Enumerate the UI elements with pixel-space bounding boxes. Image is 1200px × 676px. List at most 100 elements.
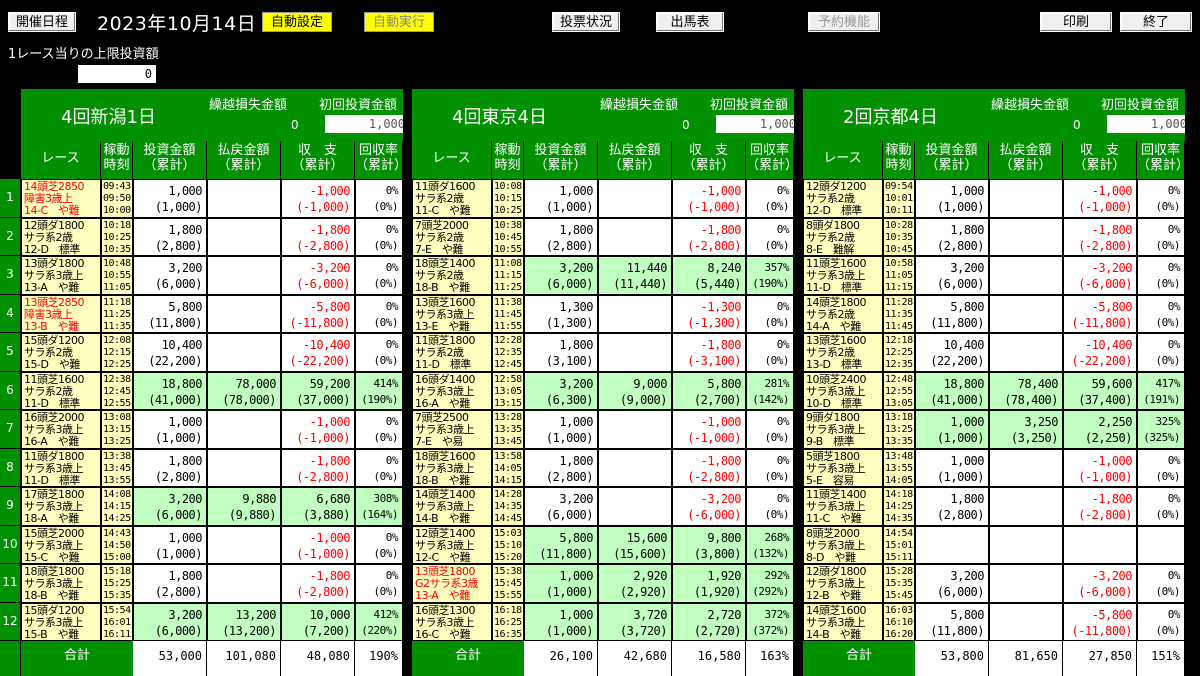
race-info[interactable]: 15頭ダ1200 サラ系2歳 15-D や難 bbox=[21, 333, 101, 372]
recovery-rate: 0% (0%) bbox=[355, 294, 403, 333]
race-info[interactable]: 10頭芝2400 サラ系3歳上 10-D 標準 bbox=[803, 371, 883, 410]
invest-amount: 1,000 (1,000) bbox=[133, 525, 207, 564]
recovery-rate: 0% (0%) bbox=[355, 256, 403, 295]
race-info[interactable]: 13頭芝1600 サラ系2歳 13-D 標準 bbox=[803, 333, 883, 372]
race-date: 2023年10月14日 bbox=[97, 13, 257, 35]
race-time: 13:28 13:35 13:45 bbox=[492, 410, 524, 449]
race-info[interactable]: 15頭ダ1200 サラ系3歳上 15-B や難 bbox=[21, 602, 101, 641]
race-time: 16:18 16:25 16:35 bbox=[492, 602, 524, 641]
recovery-rate: 292% (292%) bbox=[746, 564, 794, 603]
race-info[interactable]: 14頭芝1600 サラ系3歳上 14-B や難 bbox=[803, 602, 883, 641]
invest-amount: 1,000 (1,000) bbox=[524, 410, 598, 449]
row-number: 9 bbox=[0, 487, 20, 525]
recovery-rate: 0% (0%) bbox=[746, 217, 794, 256]
initial-invest-label: 初回投資金額 bbox=[1101, 98, 1180, 113]
invest-amount: 3,200 (6,000) bbox=[133, 602, 207, 641]
col-race-header: レース bbox=[412, 141, 492, 179]
balance-amount: 59,600 (37,400) bbox=[1063, 371, 1137, 410]
race-info[interactable]: 11頭芝1400 サラ系3歳上 11-C や難 bbox=[803, 487, 883, 526]
race-info[interactable]: 11頭芝1600 サラ系3歳上 11-D 標準 bbox=[803, 256, 883, 295]
invest-amount: 1,800 (2,800) bbox=[524, 448, 598, 487]
race-time: 15:28 15:35 15:45 bbox=[883, 564, 915, 603]
race-info[interactable]: 7頭芝2500 サラ系3歳上 7-E や易 bbox=[412, 410, 492, 449]
race-info[interactable]: 16頭ダ1400 サラ系3歳上 16-A や難 bbox=[412, 371, 492, 410]
race-info[interactable]: 12頭芝1400 サラ系3歳上 12-C や難 bbox=[412, 525, 492, 564]
race-info[interactable]: 12頭ダ1200 サラ系2歳 12-D 標準 bbox=[803, 179, 883, 218]
payout-amount bbox=[989, 487, 1063, 526]
race-info[interactable]: 12頭ダ1800 サラ系2歳 12-D 標準 bbox=[21, 217, 101, 256]
vote-status-button[interactable]: 投票状況 bbox=[552, 12, 620, 32]
race-info[interactable]: 11頭芝1600 サラ系2歳 11-D 標準 bbox=[21, 371, 101, 410]
auto-run-button[interactable]: 自動実行 bbox=[364, 12, 434, 32]
recovery-rate: 0% (0%) bbox=[1137, 217, 1185, 256]
race-time: 11:18 11:25 11:35 bbox=[101, 294, 133, 333]
payout-amount bbox=[207, 217, 281, 256]
recovery-rate bbox=[1137, 525, 1185, 564]
col-invest-header: 投資金額 （累計） bbox=[915, 141, 989, 179]
race-info[interactable]: 17頭芝1800 サラ系3歳上 18-A や難 bbox=[21, 487, 101, 526]
balance-amount bbox=[1063, 525, 1137, 564]
balance-amount: -1,000 (-1,000) bbox=[672, 410, 746, 449]
payout-amount bbox=[989, 602, 1063, 641]
carry-loss-value: 0 bbox=[1073, 118, 1081, 132]
race-card-button[interactable]: 出馬表 bbox=[656, 12, 724, 32]
col-payout-header: 払戻金額 （累計） bbox=[207, 141, 281, 179]
initial-invest-input[interactable] bbox=[716, 115, 794, 133]
race-info[interactable]: 18頭芝1600 サラ系3歳上 18-B や難 bbox=[412, 448, 492, 487]
balance-amount: 59,200 (37,000) bbox=[281, 371, 355, 410]
recovery-rate: 0% (0%) bbox=[746, 410, 794, 449]
auto-setting-button[interactable]: 自動設定 bbox=[262, 12, 332, 32]
recovery-rate: 0% (0%) bbox=[746, 179, 794, 218]
recovery-rate: 412% (220%) bbox=[355, 602, 403, 641]
race-info[interactable]: 13頭芝1600 サラ系3歳上 13-E や難 bbox=[412, 294, 492, 333]
race-info[interactable]: 13頭ダ1800 サラ系3歳上 13-A や難 bbox=[21, 256, 101, 295]
print-button[interactable]: 印刷 bbox=[1040, 12, 1112, 32]
race-info[interactable]: 11頭芝1800 サラ系2歳 11-D 標準 bbox=[412, 333, 492, 372]
recovery-rate: 268% (132%) bbox=[746, 525, 794, 564]
invest-amount: 3,200 (6,000) bbox=[133, 256, 207, 295]
race-info[interactable]: 16頭芝2000 サラ系3歳上 16-A や難 bbox=[21, 410, 101, 449]
race-info[interactable]: 14頭芝1800 サラ系2歳 14-A や難 bbox=[803, 294, 883, 333]
bet-limit-input[interactable] bbox=[78, 65, 156, 83]
race-info[interactable]: 18頭芝1800 サラ系3歳上 18-B や難 bbox=[21, 564, 101, 603]
carry-loss-label: 繰越損失金額 bbox=[209, 98, 288, 113]
initial-invest-input[interactable] bbox=[325, 115, 403, 133]
balance-amount: 6,680 (3,880) bbox=[281, 487, 355, 526]
race-info[interactable]: 9頭ダ1800 サラ系3歳上 9-B 標準 bbox=[803, 410, 883, 449]
race-info[interactable]: 12頭ダ1800 サラ系3歳上 12-B や難 bbox=[803, 564, 883, 603]
balance-amount: -5,800 (-11,800) bbox=[1063, 602, 1137, 641]
race-time: 10:18 10:25 10:35 bbox=[101, 217, 133, 256]
payout-amount: 78,000 (78,000) bbox=[207, 371, 281, 410]
recovery-rate: 0% (0%) bbox=[355, 525, 403, 564]
exit-button[interactable]: 終了 bbox=[1120, 12, 1192, 32]
row-number: 5 bbox=[0, 333, 20, 371]
row-number: 11 bbox=[0, 564, 20, 602]
balance-amount: -1,800 (-2,800) bbox=[281, 217, 355, 256]
race-info[interactable]: 11頭ダ1600 サラ系2歳 11-C や難 bbox=[412, 179, 492, 218]
schedule-button[interactable]: 開催日程 bbox=[8, 12, 76, 32]
reservation-button[interactable]: 予約機能 bbox=[808, 12, 880, 32]
balance-amount: -1,300 (-1,300) bbox=[672, 294, 746, 333]
race-info[interactable]: 15頭芝2000 サラ系3歳上 15-C や難 bbox=[21, 525, 101, 564]
col-rate-header: 回収率 （累計） bbox=[1137, 141, 1185, 179]
race-info[interactable]: 8頭ダ1800 サラ系2歳 8-E 難解 bbox=[803, 217, 883, 256]
race-info[interactable]: 11頭ダ1800 サラ系3歳上 11-D 標準 bbox=[21, 448, 101, 487]
race-info[interactable]: 8頭芝2000 サラ系3歳上 8-D や難 bbox=[803, 525, 883, 564]
race-info[interactable]: 14頭芝2850 障害3歳上 14-C や難 bbox=[21, 179, 101, 218]
payout-amount bbox=[989, 448, 1063, 487]
initial-invest-input[interactable] bbox=[1107, 115, 1185, 133]
race-time: 15:03 15:10 15:20 bbox=[492, 525, 524, 564]
race-info[interactable]: 14頭芝1400 サラ系3歳上 14-B や難 bbox=[412, 487, 492, 526]
race-info[interactable]: 16頭芝1300 サラ系3歳上 16-C や難 bbox=[412, 602, 492, 641]
race-info[interactable]: 13頭芝1800 G2サラ系3歳 13-A や難 bbox=[412, 564, 492, 603]
race-time: 14:43 14:50 15:00 bbox=[101, 525, 133, 564]
payout-amount bbox=[598, 179, 672, 218]
total-rate: 163% bbox=[746, 641, 794, 676]
recovery-rate: 325% (325%) bbox=[1137, 410, 1185, 449]
race-info[interactable]: 7頭芝2000 サラ系2歳 7-E や難 bbox=[412, 217, 492, 256]
race-info[interactable]: 18頭芝1400 サラ系2歳 18-B や難 bbox=[412, 256, 492, 295]
col-race-header: レース bbox=[803, 141, 883, 179]
race-info[interactable]: 5頭芝1800 サラ系3歳上 5-E 容易 bbox=[803, 448, 883, 487]
race-info[interactable]: 13頭芝2850 障害3歳上 13-B や難 bbox=[21, 294, 101, 333]
invest-amount: 3,200 (6,000) bbox=[915, 256, 989, 295]
